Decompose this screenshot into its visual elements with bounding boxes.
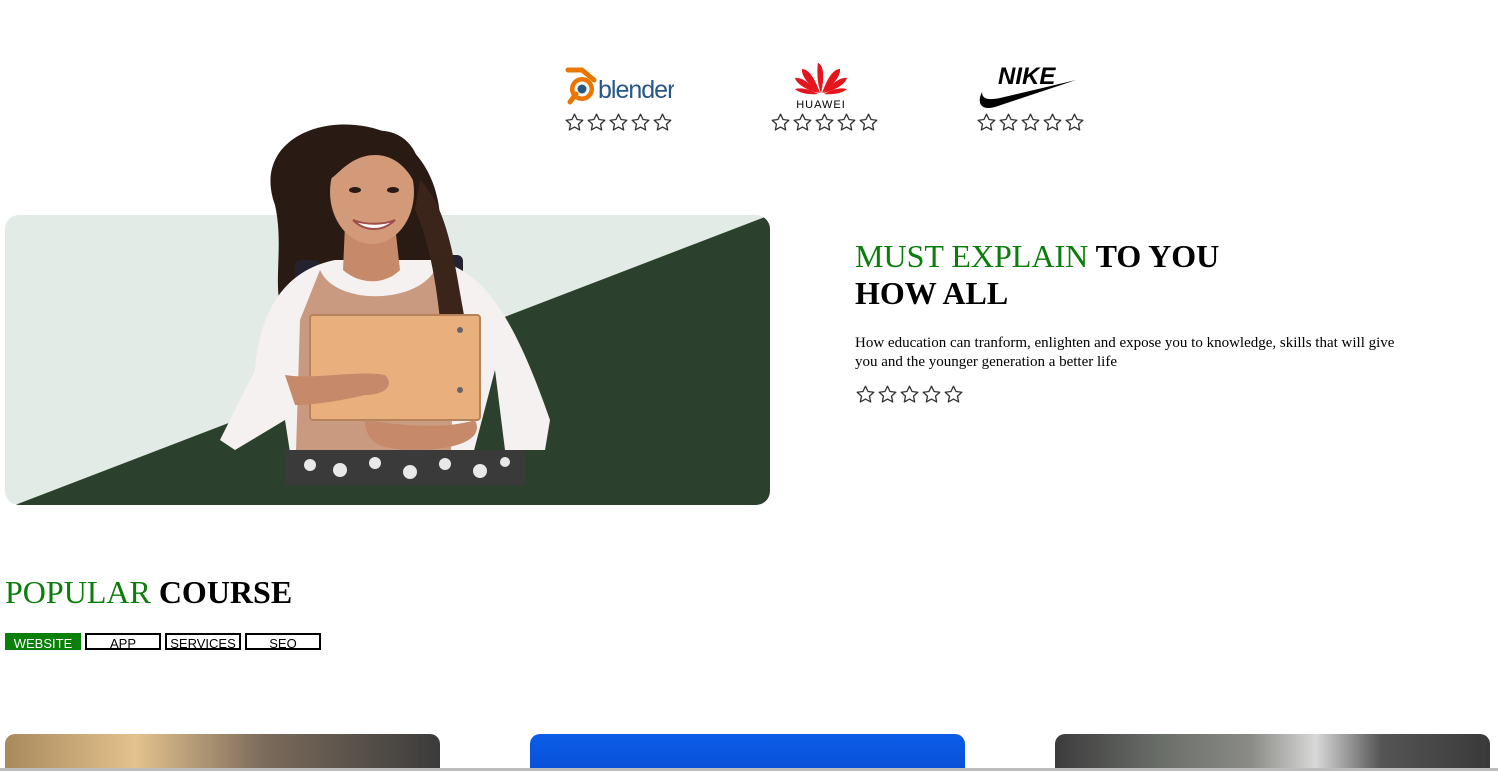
popular-heading-rest: COURSE [150, 574, 293, 610]
star-icon[interactable] [1042, 112, 1063, 133]
star-icon[interactable] [608, 112, 629, 133]
star-icon[interactable] [814, 112, 835, 133]
hero-text-block: MUST EXPLAIN TO YOU HOW ALL How educatio… [855, 238, 1415, 405]
blender-wordmark: blender [598, 76, 674, 104]
brand-nike: NIKE [976, 60, 1086, 133]
huawei-logo: HUAWEI [770, 60, 880, 112]
brand-blender: blender [564, 60, 676, 133]
course-card-1[interactable] [5, 734, 440, 771]
star-icon[interactable] [976, 112, 997, 133]
course-card-2[interactable] [530, 734, 965, 771]
star-icon[interactable] [943, 384, 964, 405]
nike-logo: NIKE [976, 60, 1086, 112]
hero-description: How education can tranform, enlighten an… [855, 335, 1395, 370]
star-icon[interactable] [836, 112, 857, 133]
huawei-wordmark: HUAWEI [796, 99, 846, 111]
tab-services[interactable]: SERVICES [165, 633, 241, 651]
hero-rating[interactable] [855, 384, 1415, 405]
blender-logo: blender [564, 60, 676, 112]
tab-seo[interactable]: SEO [245, 633, 321, 651]
nike-wordmark: NIKE [998, 63, 1056, 90]
star-icon[interactable] [792, 112, 813, 133]
star-icon[interactable] [877, 384, 898, 405]
page: blender HUAWEI NIKE MUST EXPLAIN TO YOU … [0, 0, 1498, 771]
star-icon[interactable] [564, 112, 585, 133]
hero-heading-highlight: MUST EXPLAIN [855, 238, 1089, 274]
student-image [215, 120, 560, 485]
star-icon[interactable] [858, 112, 879, 133]
star-icon[interactable] [652, 112, 673, 133]
star-icon[interactable] [630, 112, 651, 133]
star-icon[interactable] [586, 112, 607, 133]
star-icon[interactable] [899, 384, 920, 405]
blender-rating[interactable] [564, 112, 674, 133]
tab-app[interactable]: APP [85, 633, 161, 651]
course-tabs: WEBSITE APP SERVICES SEO [5, 633, 321, 651]
brand-huawei: HUAWEI [770, 60, 880, 133]
star-icon[interactable] [1020, 112, 1041, 133]
hero-heading: MUST EXPLAIN TO YOU HOW ALL [855, 238, 1415, 312]
huawei-rating[interactable] [770, 112, 880, 133]
hero-heading-line2: HOW ALL [855, 275, 1009, 311]
star-icon[interactable] [855, 384, 876, 405]
nike-rating[interactable] [976, 112, 1086, 133]
hero-heading-rest: TO YOU [1088, 238, 1220, 274]
star-icon[interactable] [1064, 112, 1085, 133]
star-icon[interactable] [998, 112, 1019, 133]
tab-website[interactable]: WEBSITE [5, 633, 81, 651]
course-card-3[interactable] [1055, 734, 1490, 771]
popular-course-heading: POPULAR COURSE [5, 574, 292, 611]
star-icon[interactable] [921, 384, 942, 405]
popular-heading-highlight: POPULAR [5, 574, 151, 610]
star-icon[interactable] [770, 112, 791, 133]
